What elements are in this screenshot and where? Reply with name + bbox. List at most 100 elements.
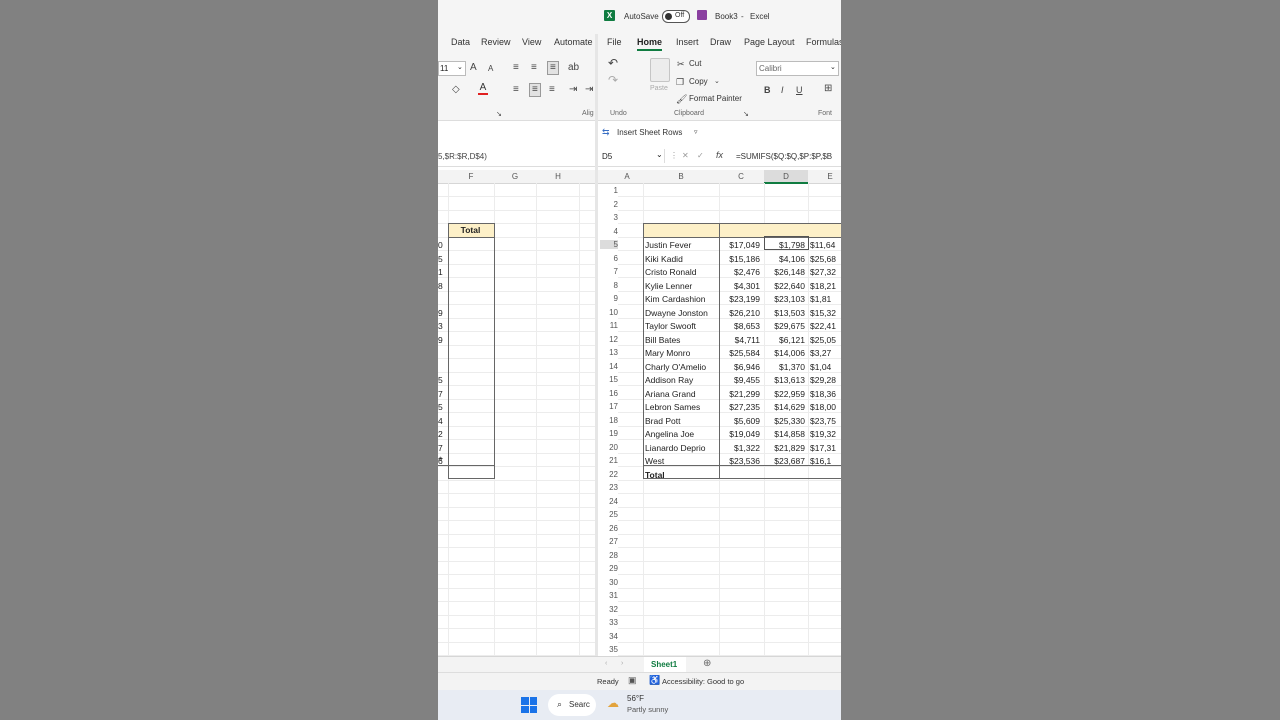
row-number[interactable]: 22 xyxy=(600,470,618,479)
row-number[interactable]: 1 xyxy=(600,186,618,195)
autosave-toggle[interactable]: Off xyxy=(662,10,690,23)
table-value-cell[interactable]: $25,584 xyxy=(720,348,760,358)
row-number[interactable]: 21 xyxy=(600,456,618,465)
tab-page-layout[interactable]: Page Layout xyxy=(744,37,795,47)
borders-icon[interactable]: ⊞ xyxy=(824,83,832,95)
table-value-cell[interactable]: $6,121 xyxy=(764,335,805,345)
table-value-cell[interactable]: $3,27 xyxy=(810,348,841,358)
row-number[interactable]: 35 xyxy=(600,645,618,654)
table-value-cell[interactable]: $13,503 xyxy=(764,308,805,318)
table-name-cell[interactable]: Mary Monro xyxy=(645,348,717,358)
table-value-cell[interactable]: $9,455 xyxy=(720,375,760,385)
italic-button[interactable]: I xyxy=(781,84,784,96)
row-number[interactable]: 14 xyxy=(600,362,618,371)
row-number[interactable]: 27 xyxy=(600,537,618,546)
row-number[interactable]: 20 xyxy=(600,443,618,452)
table-name-cell[interactable]: Taylor Swooft xyxy=(645,321,717,331)
row-number[interactable]: 9 xyxy=(600,294,618,303)
column-header-a[interactable]: A xyxy=(622,172,632,181)
row-number[interactable]: 23 xyxy=(600,483,618,492)
row-number[interactable]: 18 xyxy=(600,416,618,425)
table-value-cell[interactable]: $21,299 xyxy=(720,389,760,399)
table-value-cell[interactable]: $22,41 xyxy=(810,321,841,331)
table-name-cell[interactable]: Kim Cardashion xyxy=(645,294,717,304)
table-name-cell[interactable]: Charly O'Amelio xyxy=(645,362,717,372)
cancel-icon[interactable]: ✕ xyxy=(682,151,689,160)
redo-icon[interactable]: ↷ xyxy=(608,74,618,86)
table-value-cell[interactable]: $2,476 xyxy=(720,267,760,277)
tab-review[interactable]: Review xyxy=(481,37,511,47)
row-number[interactable]: 34 xyxy=(600,632,618,641)
row-number[interactable]: 6 xyxy=(600,254,618,263)
table-name-cell[interactable]: Dwayne Jonston xyxy=(645,308,717,318)
cut-button[interactable]: Cut xyxy=(689,59,701,68)
row-number[interactable]: 3 xyxy=(600,213,618,222)
table-name-cell[interactable]: Addison Ray xyxy=(645,375,717,385)
align-right-icon[interactable]: ≡ xyxy=(549,84,555,96)
table-value-cell[interactable]: $11,64 xyxy=(810,240,841,250)
column-header-e[interactable]: E xyxy=(825,172,835,181)
table-name-cell[interactable]: Cristo Ronald xyxy=(645,267,717,277)
formula-input[interactable]: =SUMIFS($Q:$Q,$P:$P,$B xyxy=(736,152,832,161)
table-value-cell[interactable]: $17,31 xyxy=(810,443,841,453)
table-value-cell[interactable]: $1,04 xyxy=(810,362,841,372)
row-number[interactable]: 17 xyxy=(600,402,618,411)
tab-data[interactable]: Data xyxy=(451,37,470,47)
chevron-down-icon[interactable]: ▿ xyxy=(694,127,698,139)
table-value-cell[interactable]: $26,210 xyxy=(720,308,760,318)
row-number[interactable]: 25 xyxy=(600,510,618,519)
row-number[interactable]: 16 xyxy=(600,389,618,398)
left-partial-cell[interactable]: 4 xyxy=(438,416,447,426)
table-value-cell[interactable]: $27,32 xyxy=(810,267,841,277)
table-value-cell[interactable]: $15,32 xyxy=(810,308,841,318)
tab-file[interactable]: File xyxy=(607,37,622,47)
table-value-cell[interactable]: $1,322 xyxy=(720,443,760,453)
enter-icon[interactable]: ✓ xyxy=(697,151,704,160)
row-number[interactable]: 13 xyxy=(600,348,618,357)
column-header-f[interactable]: F xyxy=(466,172,476,181)
underline-button[interactable]: U xyxy=(796,84,803,96)
table-name-cell[interactable]: Brad Pott xyxy=(645,416,717,426)
row-number[interactable]: 4 xyxy=(600,227,618,236)
cut-icon[interactable]: ✂ xyxy=(677,58,685,70)
row-number[interactable]: 19 xyxy=(600,429,618,438)
tab-insert[interactable]: Insert xyxy=(676,37,699,47)
table-value-cell[interactable]: $27,235 xyxy=(720,402,760,412)
copy-icon[interactable]: ❐ xyxy=(676,76,684,88)
table-value-cell[interactable]: $1,370 xyxy=(764,362,805,372)
name-box[interactable]: D5 ⌄ xyxy=(598,149,665,163)
table-value-cell[interactable]: $26,148 xyxy=(764,267,805,277)
table-value-cell[interactable]: $15,186 xyxy=(720,254,760,264)
fill-color-icon[interactable]: ◇ xyxy=(452,84,460,96)
left-partial-cell[interactable]: 8 xyxy=(438,281,447,291)
column-header-d[interactable]: D xyxy=(781,172,791,181)
next-sheet-icon[interactable]: › xyxy=(621,660,623,667)
font-size-box[interactable]: 11 ⌄ xyxy=(438,61,466,76)
table-name-cell[interactable]: Kiki Kadid xyxy=(645,254,717,264)
macro-record-icon[interactable]: ▣ xyxy=(628,675,637,686)
table-value-cell[interactable]: $25,330 xyxy=(764,416,805,426)
tab-draw[interactable]: Draw xyxy=(710,37,731,47)
table-value-cell[interactable]: $14,629 xyxy=(764,402,805,412)
table-name-cell[interactable]: Kylie Lenner xyxy=(645,281,717,291)
table-value-cell[interactable]: $4,106 xyxy=(764,254,805,264)
table-value-cell[interactable]: $19,32 xyxy=(810,429,841,439)
table-name-cell[interactable]: Angelina Joe xyxy=(645,429,717,439)
accessibility-icon[interactable]: ♿ xyxy=(649,675,660,686)
left-partial-cell[interactable]: 2 xyxy=(438,429,447,439)
table-value-cell[interactable]: $23,75 xyxy=(810,416,841,426)
insert-sheet-rows-button[interactable]: Insert Sheet Rows xyxy=(617,128,682,137)
left-partial-cell[interactable]: 5 xyxy=(438,402,447,412)
save-icon[interactable] xyxy=(697,10,707,20)
table-value-cell[interactable]: $14,006 xyxy=(764,348,805,358)
left-partial-cell[interactable]: 3 xyxy=(438,321,447,331)
row-number[interactable]: 2 xyxy=(600,200,618,209)
row-number[interactable]: 8 xyxy=(600,281,618,290)
table-value-cell[interactable]: $5,609 xyxy=(720,416,760,426)
column-header-h[interactable]: H xyxy=(553,172,563,181)
table-value-cell[interactable]: $14,858 xyxy=(764,429,805,439)
format-painter-button[interactable]: Format Painter xyxy=(689,94,742,103)
weather-temp[interactable]: 56°F xyxy=(627,694,644,703)
weather-condition[interactable]: Partly sunny xyxy=(627,705,668,714)
table-name-cell[interactable]: Lebron Sames xyxy=(645,402,717,412)
